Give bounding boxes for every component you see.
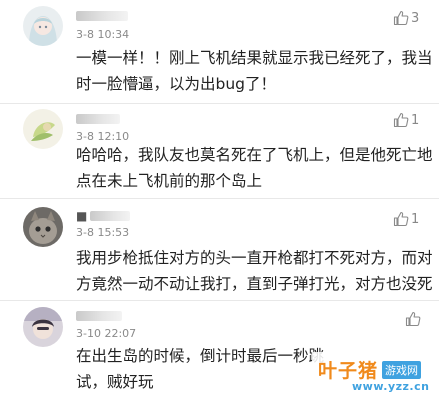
username-blurred [90, 211, 130, 221]
like-count: 1 [411, 112, 420, 128]
avatar[interactable] [23, 207, 63, 247]
comment-item: 3-8 12:10 1 哈哈哈，我队友也莫名死在了飞机上，但是他死亡地 点在未上… [0, 104, 439, 196]
avatar[interactable] [23, 307, 63, 347]
comment-line: 点在未上飞机前的那个岛上 [76, 172, 263, 190]
like-button[interactable] [405, 311, 423, 327]
comment-line: 哈哈哈，我队友也莫名死在了飞机上，但是他死亡地 [76, 146, 433, 164]
avatar[interactable] [23, 6, 63, 46]
comment-line: 一模一样！！刚上飞机结果就显示我已经死了，我当 [76, 49, 433, 67]
comment-line: 方竟然一动不动让我打，直到子弹打光，对方也没死 [76, 275, 433, 293]
username-blurred [76, 11, 128, 21]
comment-line: 时一脸懵逼，以为出bug了！ [76, 75, 277, 93]
thumbs-up-icon [393, 112, 409, 128]
watermark-top: 叶子猪 游戏网 [318, 356, 422, 383]
thumbs-up-icon [405, 311, 421, 327]
watermark-badge: 游戏网 [382, 360, 422, 379]
watermark-logo: 叶子猪 游戏网 www.yzz.cn [312, 352, 436, 398]
username-blurred [76, 311, 122, 321]
comment-item: 3-8 10:34 3 一模一样！！刚上飞机结果就显示我已经死了，我当 时一脸懵… [0, 0, 439, 100]
username[interactable]: ■ [76, 209, 88, 223]
like-count: 3 [411, 10, 420, 26]
comment-text: 哈哈哈，我队友也莫名死在了飞机上，但是他死亡地 点在未上飞机前的那个岛上 [76, 142, 433, 194]
username-blurred [76, 114, 120, 124]
like-button[interactable]: 1 [393, 211, 419, 227]
comment-time: 3-10 22:07 [76, 327, 137, 340]
comment-time: 3-8 15:53 [76, 226, 130, 239]
like-button[interactable]: 1 [393, 112, 419, 128]
comment-line: 我用步枪抵住对方的头一直开枪都打不死对方，而对 [76, 249, 433, 267]
watermark-url: www.yzz.cn [352, 380, 430, 393]
thumbs-up-icon [393, 211, 409, 227]
comment-text: 一模一样！！刚上飞机结果就显示我已经死了，我当 时一脸懵逼，以为出bug了！ [76, 45, 433, 97]
watermark-brand: 叶子猪 [318, 360, 379, 382]
like-button[interactable]: 3 [393, 10, 419, 26]
comment-time: 3-8 10:34 [76, 28, 130, 41]
comment-text: 我用步枪抵住对方的头一直开枪都打不死对方，而对 方竟然一动不动让我打，直到子弹打… [76, 245, 433, 297]
like-count: 1 [411, 211, 420, 227]
thumbs-up-icon [393, 10, 409, 26]
avatar[interactable] [23, 109, 63, 149]
comment-item: ■ 3-8 15:53 1 我用步枪抵住对方的头一直开枪都打不死对方，而对 方竟… [0, 199, 439, 299]
